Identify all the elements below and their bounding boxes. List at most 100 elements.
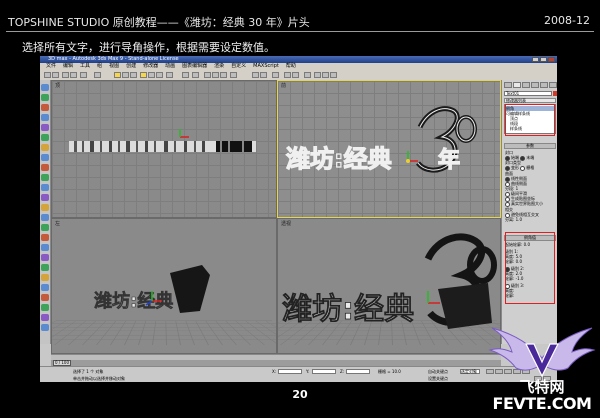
menu-animation[interactable]: 动画 [165,63,175,70]
strip-tool-icon[interactable] [41,114,49,121]
select-rotate-icon[interactable] [148,72,155,78]
modify-tab-icon[interactable] [513,82,521,88]
strip-tool-icon[interactable] [41,124,49,131]
snaps-toggle-icon[interactable] [204,72,211,78]
menu-create[interactable]: 创建 [126,63,136,70]
menu-rendering[interactable]: 渲染 [214,63,224,70]
front-view-text-object: 潍坊:经典 年 [285,106,477,174]
schematic-view-icon[interactable] [292,72,299,78]
strip-tool-icon[interactable] [41,314,49,321]
cap-grid-label: 栅格 [526,165,535,170]
real-world-checkbox[interactable] [505,201,510,207]
menu-tools[interactable]: 工具 [80,63,90,70]
window-title: 3D max - Autodesk 3ds Max 9 - Stand-alon… [48,56,179,62]
bind-space-warp-icon[interactable] [80,72,87,78]
separation-value[interactable]: 1.0 [516,217,522,222]
viewport-left[interactable]: 左 潍坊:经典 [51,218,277,354]
select-object-icon[interactable] [114,72,121,78]
auto-key-button[interactable]: 自动关键点 [428,369,448,375]
redo-icon[interactable] [52,72,59,78]
strip-tool-icon[interactable] [41,104,49,111]
rectangle-selection-icon[interactable] [130,72,137,78]
quick-render-icon[interactable] [330,72,337,78]
curve-editor-icon[interactable] [284,72,291,78]
viewport-perspective[interactable]: 透视 潍坊:经典 [277,218,501,354]
display-tab-icon[interactable] [540,82,548,88]
named-selection-icon[interactable] [230,72,237,78]
layer-manager-icon[interactable] [272,72,279,78]
viewport-top[interactable]: 顶 [51,80,277,218]
unlink-icon[interactable] [70,72,77,78]
create-tab-icon[interactable] [504,82,512,88]
menu-modifiers[interactable]: 修改器 [143,63,158,70]
strip-tool-icon[interactable] [41,234,49,241]
mirror-icon[interactable] [252,72,259,78]
strip-tool-icon[interactable] [41,144,49,151]
select-by-name-icon[interactable] [122,72,129,78]
strip-tool-icon[interactable] [41,164,49,171]
menu-help[interactable]: 帮助 [286,63,296,70]
menu-group[interactable]: 组 [97,63,102,70]
strip-tool-icon[interactable] [41,154,49,161]
instruction-text: 选择所有文字，进行导角操作，根据需要设定数值。 [22,41,275,54]
object-name-field[interactable]: Text01 [504,91,552,96]
modifier-list-dropdown[interactable]: 修改器列表 [504,98,556,103]
rollout-parameters[interactable]: 参数 [504,143,556,149]
selection-status: 选择了 1 个 对象 [73,369,104,374]
strip-tool-icon[interactable] [41,224,49,231]
select-scale-icon[interactable] [156,72,163,78]
strip-tool-icon[interactable] [41,264,49,271]
strip-tool-icon[interactable] [41,244,49,251]
utilities-tab-icon[interactable] [549,82,557,88]
strip-tool-icon[interactable] [41,284,49,291]
angle-snap-icon[interactable] [212,72,219,78]
strip-tool-icon[interactable] [41,294,49,301]
pivot-center-icon[interactable] [182,72,189,78]
cap-grid-radio[interactable] [520,165,526,171]
strip-tool-icon[interactable] [41,274,49,281]
strip-tool-icon[interactable] [41,304,49,311]
strip-tool-icon[interactable] [41,84,49,91]
menu-customize[interactable]: 自定义 [231,63,246,70]
viewport-front[interactable]: 前 潍坊:经典 年 [277,80,501,218]
hierarchy-tab-icon[interactable] [522,82,530,88]
menu-maxscript[interactable]: MAXScript [253,63,279,70]
undo-icon[interactable] [44,72,51,78]
render-setup-icon[interactable] [314,72,321,78]
strip-tool-icon[interactable] [41,184,49,191]
select-move-icon[interactable] [140,72,147,78]
menu-edit[interactable]: 编辑 [63,63,73,70]
percent-snap-icon[interactable] [220,72,227,78]
maximize-button[interactable] [540,57,547,62]
strip-tool-icon[interactable] [41,94,49,101]
menu-file[interactable]: 文件 [46,63,56,70]
reference-coord-icon[interactable] [166,72,173,78]
motion-tab-icon[interactable] [531,82,539,88]
prompt-line: 单击并拖动以选择并移动对象 [73,376,125,381]
select-manipulate-icon[interactable] [192,72,199,78]
strip-tool-icon[interactable] [41,324,49,331]
menu-graph-editors[interactable]: 图表编辑器 [182,63,207,70]
align-icon[interactable] [260,72,267,78]
strip-tool-icon[interactable] [41,194,49,201]
link-icon[interactable] [62,72,69,78]
cap-morph-radio[interactable] [505,165,510,171]
strip-tool-icon[interactable] [41,204,49,211]
text-object-edge-on [69,141,256,152]
z-coord-field[interactable] [346,369,370,374]
strip-tool-icon[interactable] [41,214,49,221]
material-editor-icon[interactable] [304,72,311,78]
strip-tool-icon[interactable] [41,174,49,181]
y-coord-field[interactable] [312,369,336,374]
strip-tool-icon[interactable] [41,254,49,261]
x-coord-field[interactable] [278,369,302,374]
object-color-swatch[interactable] [553,91,557,96]
close-button[interactable] [548,57,555,62]
set-key-button[interactable]: 设置关键点 [428,376,448,382]
menu-views[interactable]: 视图 [109,63,119,70]
selection-filter-icon[interactable] [94,72,101,78]
strip-tool-icon[interactable] [41,134,49,141]
real-world-row: 真实世界贴图大小 [505,201,555,207]
render-frame-icon[interactable] [322,72,329,78]
minimize-button[interactable] [532,57,539,62]
